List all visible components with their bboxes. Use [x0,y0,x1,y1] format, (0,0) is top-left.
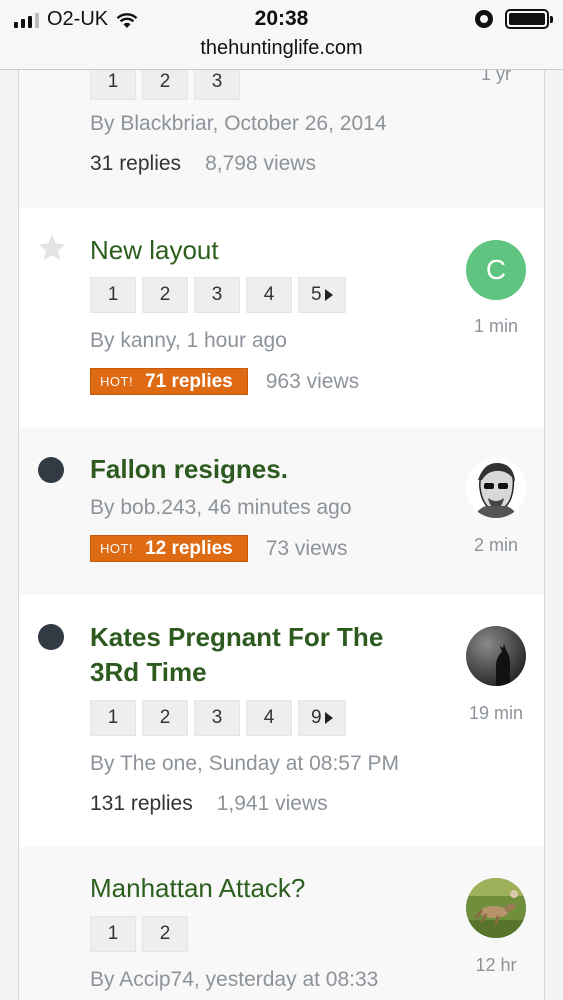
thread-title[interactable]: Fallon resignes. [90,452,434,487]
address-bar-url[interactable]: thehuntinglife.com [0,37,563,60]
page-link-label: 9 [311,707,322,728]
unread-dot-icon [36,455,66,485]
page-link[interactable]: 3 [194,700,240,736]
avatar[interactable] [466,878,526,938]
avatar-letter: C [485,254,507,285]
thread-byline: By bob.243, 46 minutes ago [90,496,352,519]
page-link-label: 5 [311,284,322,305]
page-link[interactable]: 2 [142,916,188,952]
last-post-time: 2 min [473,535,518,555]
page-link[interactable]: 1 [90,700,136,736]
page-link[interactable]: 2 [142,70,188,100]
avatar[interactable] [466,626,526,686]
avatar[interactable] [466,458,526,518]
thread-stats: HOT! 71 replies 963 views [90,368,359,395]
thread-byline: By Accip74, yesterday at 08:33 [90,968,379,991]
thread-stats: 31 replies 8,798 views [90,152,316,176]
page-link[interactable]: 4 [246,277,292,313]
page-jump: 1 2 3 4 9 [90,700,346,736]
reply-count: 131 replies [90,792,193,815]
page-link[interactable]: 4 [246,700,292,736]
thread-list: 1 2 3 1 yr By Blackbriar, October 26, 20… [18,70,545,1000]
alarm-icon [475,10,493,28]
hot-badge: HOT! 12 replies [90,535,248,562]
arrow-right-icon [324,712,333,724]
page-link[interactable]: 2 [142,277,188,313]
thread-title[interactable]: Manhattan Attack? [90,871,434,906]
battery-icon [505,9,553,29]
last-post-time: 19 min [468,703,524,723]
thread-row[interactable]: Manhattan Attack? 1 2 12 hr By Accip74, … [19,847,544,1000]
unread-dot-icon [36,622,66,652]
thread-row[interactable]: New layout 1 2 3 4 5 C 1 min By kanny, 1… [19,208,544,428]
arrow-right-icon [324,289,333,301]
hot-label: HOT! [100,374,134,389]
thread-stats: 131 replies 1,941 views [90,792,328,816]
page-link-last[interactable]: 9 [298,700,346,736]
thread-stats: HOT! 12 replies 73 views [90,535,347,562]
view-count: 963 views [265,369,360,393]
last-post-time: 1 yr [480,70,511,84]
avatar[interactable]: C [466,240,526,300]
thread-row[interactable]: Fallon resignes. 2 min By bob.243, 46 mi… [19,428,544,595]
page-link[interactable]: 1 [90,70,136,100]
thread-title[interactable]: New layout [90,233,434,268]
thread-byline: By The one, Sunday at 08:57 PM [90,752,399,775]
page-link[interactable]: 3 [194,277,240,313]
hot-label: HOT! [100,541,134,556]
last-post-time: 1 min [473,316,518,336]
page-link[interactable]: 2 [142,700,188,736]
status-bar: O2-UK 20:38 thehuntinglife.com [0,0,563,70]
view-count: 1,941 views [216,792,328,815]
reply-count: 12 replies [145,537,233,559]
star-icon[interactable] [36,232,66,262]
thread-byline: By kanny, 1 hour ago [90,329,287,352]
page-link-last[interactable]: 5 [298,277,346,313]
page-link[interactable]: 1 [90,916,136,952]
reply-count: 71 replies [145,370,233,392]
thread-byline: By Blackbriar, October 26, 2014 [90,112,387,135]
page-link[interactable]: 1 [90,277,136,313]
thread-row[interactable]: Kates Pregnant For The 3Rd Time 19 min 1… [19,595,544,847]
last-post-time: 12 hr [475,955,517,975]
page-jump: 1 2 [90,916,188,952]
page-jump: 1 2 3 4 5 [90,277,346,313]
hot-badge: HOT! 71 replies [90,368,248,395]
reply-count: 31 replies [90,152,182,175]
thread-title[interactable]: Kates Pregnant For The 3Rd Time [90,620,434,690]
page-jump: 1 2 3 [90,70,240,100]
thread-row[interactable]: 1 2 3 1 yr By Blackbriar, October 26, 20… [19,70,544,208]
page-link[interactable]: 3 [194,70,240,100]
status-right [475,9,553,29]
view-count: 8,798 views [205,152,316,175]
view-count: 73 views [265,536,348,560]
